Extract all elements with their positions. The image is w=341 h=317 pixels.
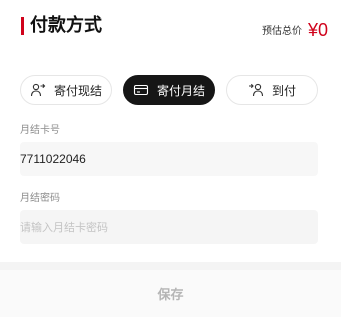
payment-method-label: 寄付月结 — [156, 83, 205, 98]
password-input[interactable] — [20, 210, 318, 244]
card-number-value: 7711022046 — [20, 152, 86, 166]
payment-method-label: 到付 — [271, 83, 296, 98]
save-button[interactable]: 保存 — [0, 270, 341, 317]
page-title: 付款方式 — [30, 15, 102, 36]
footer: 保存 — [0, 270, 341, 317]
password-field-wrapper — [20, 210, 318, 244]
person-arrow-in-icon — [248, 82, 264, 98]
payment-method-sender-monthly[interactable]: 寄付月结 — [123, 75, 215, 105]
card-icon — [133, 82, 149, 98]
payment-method-group: 寄付现结 寄付月结 到付 — [20, 75, 320, 107]
header: 付款方式 预估总价 ¥0 — [0, 0, 341, 52]
title-accent-bar — [21, 17, 24, 35]
estimate-value: ¥0 — [308, 20, 329, 40]
card-number-field[interactable]: 7711022046 — [20, 142, 318, 176]
payment-method-sender-cash[interactable]: 寄付现结 — [20, 75, 112, 105]
card-number-label: 月结卡号 — [20, 125, 60, 136]
section-divider — [0, 262, 341, 270]
estimate-label: 预估总价 — [262, 26, 302, 37]
payment-method-label: 寄付现结 — [53, 83, 102, 98]
payment-method-cod[interactable]: 到付 — [226, 75, 318, 105]
password-label: 月结密码 — [20, 193, 60, 204]
person-arrow-icon — [30, 82, 46, 98]
